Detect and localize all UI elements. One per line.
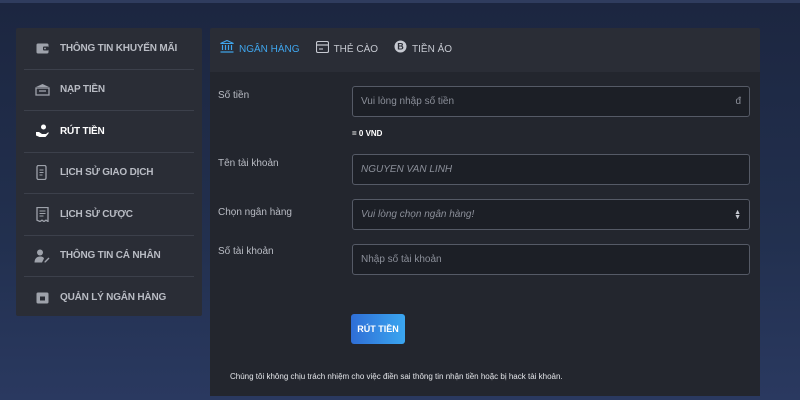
sidebar-item-label: RÚT TIỀN [60, 125, 105, 137]
sidebar-menu: THÔNG TIN KHUYẾN MÃI NẠP TIỀN RÚT TIỀN L… [16, 28, 202, 316]
account-name-input[interactable] [361, 164, 741, 175]
withdraw-icon [34, 123, 50, 139]
withdraw-submit-button[interactable]: RÚT TIỀN [351, 314, 405, 344]
sidebar-item-label: THÔNG TIN KHUYẾN MÃI [60, 42, 178, 54]
amount-field[interactable]: đ [352, 86, 750, 117]
bank-card-icon [34, 290, 50, 306]
method-tabs: NGÂN HÀNG THẺ CÀO B TIỀN ẢO [210, 28, 760, 70]
tab-label: TIỀN ẢO [412, 43, 453, 55]
withdraw-panel: NGÂN HÀNG THẺ CÀO B TIỀN ẢO Số tiền đ = … [210, 28, 760, 396]
withdraw-form: Số tiền đ = 0 VND Tên tài khoản Chọn ngâ… [210, 72, 760, 396]
sidebar-item-label: NẠP TIỀN [60, 84, 105, 96]
sidebar-item-bank-management[interactable]: QUẢN LÝ NGÂN HÀNG [24, 277, 194, 319]
account-number-field[interactable] [352, 244, 750, 275]
sidebar-item-profile[interactable]: THÔNG TIN CÁ NHÂN [24, 236, 194, 277]
sidebar-item-bet-history[interactable]: LỊCH SỬ CƯỢC [24, 194, 194, 236]
amount-input[interactable] [361, 96, 736, 107]
top-border [0, 0, 800, 3]
account-number-label: Số tài khoản [218, 246, 274, 257]
sidebar-item-withdraw[interactable]: RÚT TIỀN [24, 111, 194, 153]
sidebar-item-deposit[interactable]: NẠP TIỀN [24, 70, 194, 111]
account-name-label: Tên tài khoản [218, 158, 279, 169]
account-name-field[interactable] [352, 154, 750, 185]
amount-conversion: = 0 VND [352, 129, 383, 138]
user-edit-icon [34, 248, 50, 264]
wallet-icon [34, 40, 50, 56]
currency-suffix: đ [735, 96, 741, 107]
phone-history-icon [34, 165, 50, 181]
svg-text:B: B [397, 42, 404, 52]
bank-icon [220, 39, 234, 58]
card-icon [315, 40, 329, 58]
tab-scratch-card[interactable]: THẺ CÀO [315, 40, 379, 58]
receipt-icon [34, 206, 50, 222]
sidebar-item-label: QUẢN LÝ NGÂN HÀNG [60, 292, 167, 304]
tab-label: THẺ CÀO [333, 43, 379, 55]
amount-label: Số tiền [218, 90, 250, 101]
account-number-input[interactable] [361, 254, 741, 265]
bank-select[interactable]: Vui lòng chọn ngân hàng! ▲ ▼ [352, 199, 750, 230]
sidebar-item-label: THÔNG TIN CÁ NHÂN [60, 250, 161, 262]
sidebar-item-label: LỊCH SỬ GIAO DỊCH [60, 167, 154, 179]
bitcoin-icon: B [394, 40, 407, 58]
disclaimer-text: Chúng tôi không chịu trách nhiệm cho việ… [230, 372, 563, 381]
sidebar-item-promotions[interactable]: THÔNG TIN KHUYẾN MÃI [24, 28, 194, 70]
tab-label: NGÂN HÀNG [239, 43, 300, 55]
sidebar-item-label: LỊCH SỬ CƯỢC [60, 208, 133, 220]
bank-select-value: Vui lòng chọn ngân hàng! [361, 209, 475, 220]
bank-select-label: Chọn ngân hàng [218, 207, 292, 218]
select-arrows-icon: ▲ ▼ [734, 208, 741, 221]
deposit-icon [34, 82, 50, 98]
sidebar-item-transaction-history[interactable]: LỊCH SỬ GIAO DỊCH [24, 153, 194, 194]
tab-crypto[interactable]: B TIỀN ẢO [394, 40, 452, 58]
tab-bank[interactable]: NGÂN HÀNG [220, 39, 300, 58]
